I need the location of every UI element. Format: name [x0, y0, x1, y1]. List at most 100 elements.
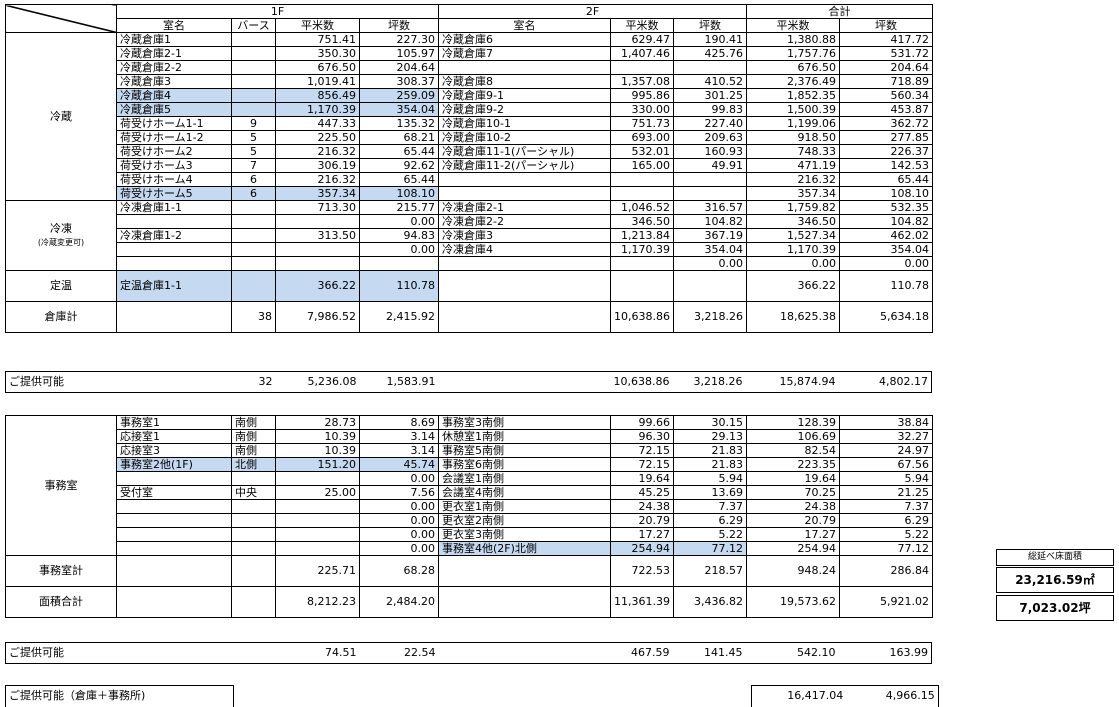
available-office-sqm-2f: 467.59 — [610, 642, 673, 664]
tsubo-total: 204.64 — [838, 60, 933, 75]
table-row: 冷蔵倉庫4 856.49 259.09 冷蔵倉庫9-1 995.86 301.25 1,85… — [6, 88, 933, 103]
sqm-1f: 306.19 — [275, 158, 360, 173]
table-row: 冷蔵倉庫3 1,019.41 308.37 冷蔵倉庫8 1,357.08 410.52 2,… — [6, 74, 933, 89]
tsubo-total: 108.10 — [838, 186, 933, 201]
available-warehouse-sqm-1f: 5,236.08 — [275, 371, 360, 393]
tsubo-total: 362.72 — [838, 116, 933, 131]
room-name-2f: 冷凍倉庫4 — [438, 242, 611, 257]
sqm-2f: 532.01 — [610, 144, 674, 159]
sqm-2f: 995.86 — [610, 88, 674, 103]
header-tsubo-1f: 坪数 — [359, 18, 439, 33]
sqm-total: 1,170.39 — [745, 242, 840, 257]
sqm-total: 82.54 — [745, 443, 840, 458]
tsubo-total: 6.29 — [838, 513, 933, 528]
table-row: 事務室2他(1F) 北側 151.20 45.74 事務室6南側 72.15 21.83 22… — [6, 457, 933, 472]
room-name-2f: 冷凍倉庫3 — [438, 228, 611, 243]
berth: 北側 — [231, 457, 276, 472]
room-name-2f: 会議室1南側 — [438, 471, 611, 486]
table-row: 0.00 冷凍倉庫2-2 346.50 104.82 346.50 104.82 — [6, 214, 933, 229]
area_total-label: 面積合計 — [5, 586, 117, 618]
room-name-1f: 事務室1 — [116, 415, 232, 430]
tsubo-2f: 354.04 — [672, 242, 747, 257]
sqm-2f: 751.73 — [610, 116, 674, 131]
sqm-2f: 1,170.39 — [610, 242, 674, 257]
tsubo-2f: 367.19 — [672, 228, 747, 243]
room-name-2f: 冷凍倉庫2-2 — [438, 214, 611, 229]
tsubo-2f: 5.94 — [672, 471, 747, 486]
sqm-1f: 10.39 — [275, 443, 360, 458]
room-name-1f — [116, 471, 232, 486]
available-warehouse-tsubo-2f: 3,218.26 — [672, 371, 746, 393]
office_total-berth — [231, 555, 276, 587]
sqm-2f: 629.47 — [610, 32, 674, 47]
soko_total-row: 倉庫計 38 7,986.52 2,415.92 10,638.86 3,218.26 18… — [5, 301, 933, 333]
office_total-row: 事務室計 225.71 68.28 722.53 218.57 948.24 286.84 — [5, 555, 933, 587]
area_total-tsubo-2f: 3,436.82 — [672, 586, 747, 618]
office-table: 事務室 事務室1 南側 28.73 8.69 事務室3南側 99.66 30.15 128.39… — [5, 415, 933, 618]
sqm-1f: 225.50 — [275, 130, 360, 145]
header-tsubo-total: 坪数 — [838, 18, 933, 33]
room-name-1f: 荷受けホーム4 — [116, 172, 232, 187]
sqm-1f: 25.00 — [275, 485, 360, 500]
berth: 中央 — [231, 485, 276, 500]
room-name-1f: 冷蔵倉庫2-1 — [116, 46, 232, 61]
tsubo-1f: 227.30 — [359, 32, 439, 47]
sqm-2f: 72.15 — [610, 443, 674, 458]
table-row: 荷受けホーム1-1 9 447.33 135.32 冷蔵倉庫10-1 751.73 227.… — [6, 116, 933, 131]
room-name-1f: 荷受けホーム2 — [116, 144, 232, 159]
room-name-2f: 更衣室2南側 — [438, 513, 611, 528]
tsubo-2f: 49.91 — [672, 158, 747, 173]
sqm-1f: 357.34 — [275, 186, 360, 201]
room-name-1f — [116, 527, 232, 542]
available-office-sqm-total: 542.10 — [745, 642, 839, 664]
room-name-2f: 冷蔵倉庫10-2 — [438, 130, 611, 145]
sqm-1f: 676.50 — [275, 60, 360, 75]
tsubo-2f — [672, 186, 747, 201]
tsubo-1f: 0.00 — [359, 513, 439, 528]
available-warehouse-tsubo-1f: 1,583.91 — [359, 371, 439, 393]
tsubo-1f: 259.09 — [359, 88, 439, 103]
sqm-1f: 151.20 — [275, 457, 360, 472]
tsubo-2f: 21.83 — [672, 457, 747, 472]
room-name-2f: 事務室5南側 — [438, 443, 611, 458]
available-office-label: ご提供可能 — [5, 642, 276, 664]
available-office-tsubo-total: 163.99 — [838, 642, 932, 664]
area_total-tsubo-total: 5,921.02 — [838, 586, 933, 618]
room-name-1f: 冷凍倉庫1-2 — [116, 228, 232, 243]
berth — [231, 88, 276, 103]
sqm-2f: 1,357.08 — [610, 74, 674, 89]
soko_total-sqm-total: 18,625.38 — [745, 301, 840, 333]
tsubo-total: 560.34 — [838, 88, 933, 103]
office_total-label: 事務室計 — [5, 555, 117, 587]
tsubo-total: 531.72 — [838, 46, 933, 61]
berth — [231, 214, 276, 229]
available-warehouse-berth: 32 — [231, 371, 276, 393]
soko_total-room-1f — [116, 301, 232, 333]
reizo-category-label: 冷蔵 — [5, 32, 117, 201]
available-combined-label: ご提供可能（倉庫＋事務所) — [5, 685, 234, 707]
sqm-2f: 254.94 — [610, 541, 674, 556]
sqm-2f: 17.27 — [610, 527, 674, 542]
room-name-2f: 休憩室1南側 — [438, 429, 611, 444]
sqm-2f: 99.66 — [610, 415, 674, 430]
room-name-1f: 荷受けホーム3 — [116, 158, 232, 173]
table-row: 冷蔵倉庫5 1,170.39 354.04 冷蔵倉庫9-2 330.00 99.83 1,5… — [6, 102, 933, 117]
available-combined-tsubo: 4,966.15 — [885, 689, 935, 702]
office_total-tsubo-total: 286.84 — [838, 555, 933, 587]
room-name-1f: 冷凍倉庫1-1 — [116, 200, 232, 215]
tsubo-2f: 7.37 — [672, 499, 747, 514]
tsubo-2f: 104.82 — [672, 214, 747, 229]
tsubo-1f: 3.14 — [359, 429, 439, 444]
table-row: 0.00 更衣室3南側 17.27 5.22 17.27 5.22 — [6, 527, 933, 542]
header-total: 合計 — [745, 4, 933, 19]
tsubo-2f: 29.13 — [672, 429, 747, 444]
available-combined-sqm: 16,417.04 — [787, 689, 844, 702]
sqm-total: 1,852.35 — [745, 88, 840, 103]
sqm-1f — [275, 471, 360, 486]
berth — [231, 242, 276, 257]
room-name-1f: 応接室1 — [116, 429, 232, 444]
office_total-room-2f — [438, 555, 611, 587]
tsubo-total: 142.53 — [838, 158, 933, 173]
sqm-1f: 713.30 — [275, 200, 360, 215]
sqm-total: 19.64 — [745, 471, 840, 486]
